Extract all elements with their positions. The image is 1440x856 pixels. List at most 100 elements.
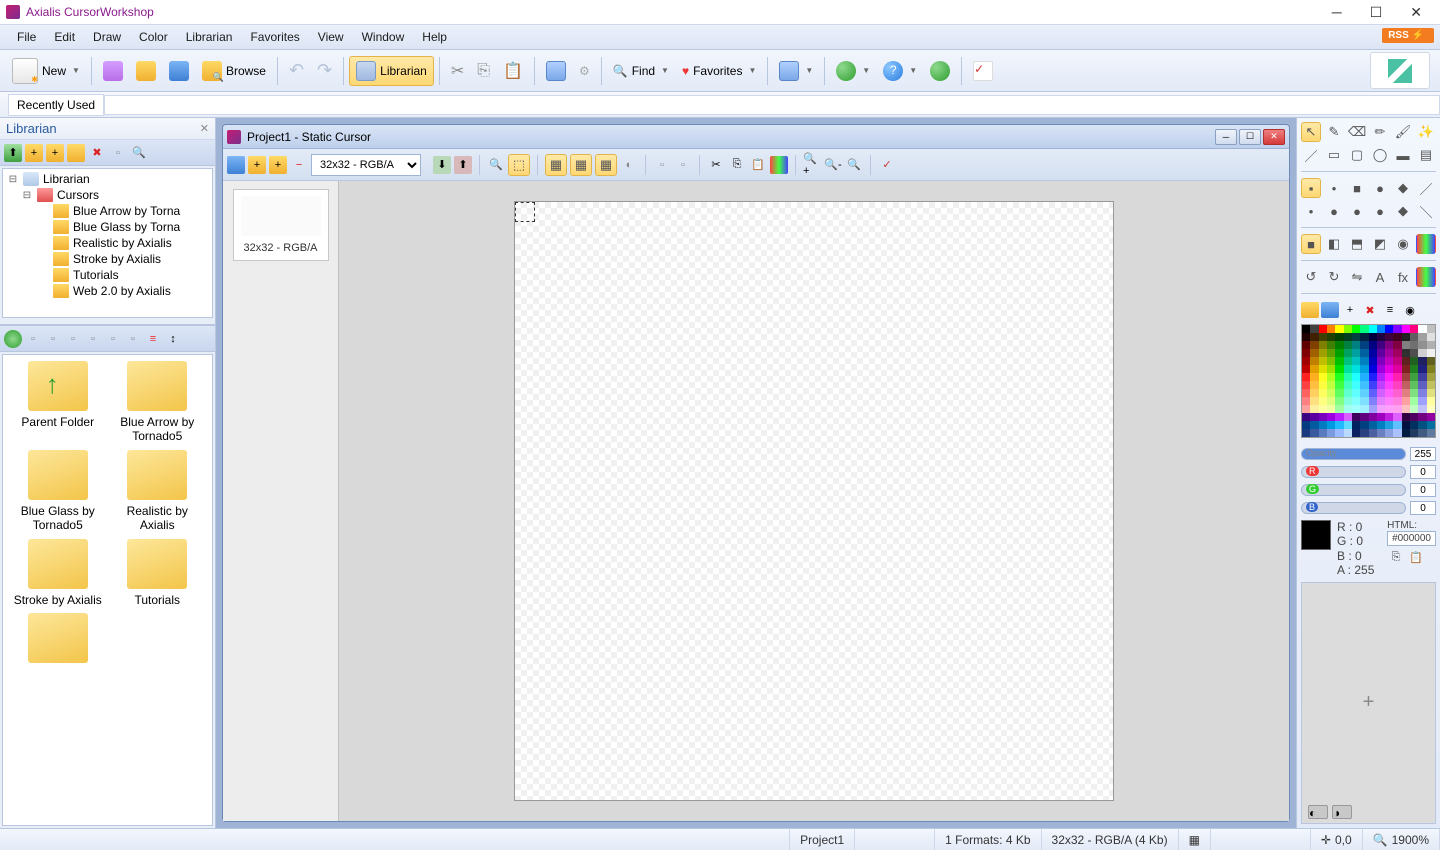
color-swatch[interactable]: [1385, 373, 1393, 381]
color-swatch[interactable]: [1393, 421, 1401, 429]
picker-tool-icon[interactable]: ✎: [1324, 122, 1344, 142]
color-swatch[interactable]: [1377, 397, 1385, 405]
color-swatch[interactable]: [1310, 389, 1318, 397]
color-swatch[interactable]: [1410, 381, 1418, 389]
color-swatch[interactable]: [1344, 429, 1352, 437]
color-swatch[interactable]: [1335, 389, 1343, 397]
color-swatch[interactable]: [1319, 389, 1327, 397]
contrast-light-icon[interactable]: ◑: [1332, 805, 1352, 819]
doc-addfmt-icon[interactable]: +: [248, 156, 266, 174]
brush-2-icon[interactable]: •: [1324, 178, 1344, 198]
grad-h-icon[interactable]: ◧: [1324, 234, 1344, 254]
color-swatch[interactable]: [1344, 373, 1352, 381]
doc-select-icon[interactable]: ⬚: [508, 154, 530, 176]
opacity-slider[interactable]: Opacity: [1301, 448, 1406, 460]
browse-button[interactable]: Browse: [196, 57, 272, 85]
swatch-del-icon[interactable]: ✖: [1361, 302, 1379, 318]
color-swatch[interactable]: [1335, 341, 1343, 349]
color-swatch[interactable]: [1369, 333, 1377, 341]
open-button[interactable]: [130, 57, 162, 85]
color-swatch[interactable]: [1310, 333, 1318, 341]
color-swatch[interactable]: [1302, 333, 1310, 341]
doc-save-icon[interactable]: [227, 156, 245, 174]
color-swatch[interactable]: [1335, 333, 1343, 341]
color-swatch[interactable]: [1377, 413, 1385, 421]
color-swatch[interactable]: [1418, 333, 1426, 341]
brush-6-icon[interactable]: ／: [1416, 178, 1436, 198]
color-swatch[interactable]: [1369, 349, 1377, 357]
color-swatch[interactable]: [1302, 397, 1310, 405]
color-swatch[interactable]: [1402, 349, 1410, 357]
color-swatch[interactable]: [1335, 357, 1343, 365]
color-swatch[interactable]: [1302, 429, 1310, 437]
color-swatch[interactable]: [1385, 389, 1393, 397]
doc-zoomin-icon[interactable]: 🔍+: [803, 156, 821, 174]
color-swatch[interactable]: [1352, 429, 1360, 437]
lib-add-icon[interactable]: +: [46, 144, 64, 162]
color-swatch[interactable]: [1335, 381, 1343, 389]
color-swatch[interactable]: [1327, 349, 1335, 357]
color-swatch[interactable]: [1418, 365, 1426, 373]
color-swatch[interactable]: [1327, 397, 1335, 405]
color-swatch[interactable]: [1352, 341, 1360, 349]
tree-root[interactable]: ⊟Librarian: [5, 171, 210, 187]
color-swatch[interactable]: [1352, 405, 1360, 413]
save-button[interactable]: [163, 57, 195, 85]
filledrect-tool-icon[interactable]: ▬: [1393, 145, 1413, 165]
color-swatch[interactable]: [1410, 397, 1418, 405]
color-swatch[interactable]: [1360, 325, 1368, 333]
color-swatch[interactable]: [1427, 405, 1435, 413]
color-swatch[interactable]: [1418, 357, 1426, 365]
doc-circle-icon[interactable]: ◐: [620, 156, 638, 174]
color-swatch[interactable]: [1427, 333, 1435, 341]
color-swatch[interactable]: [1302, 341, 1310, 349]
file-parent-folder[interactable]: Parent Folder: [9, 361, 107, 444]
opacity-value[interactable]: 255: [1410, 447, 1436, 461]
doc-zoomout-icon[interactable]: 🔍-: [824, 156, 842, 174]
grid-button[interactable]: [97, 57, 129, 85]
color-swatch[interactable]: [1377, 429, 1385, 437]
color-swatch[interactable]: [1319, 341, 1327, 349]
color-swatch[interactable]: [1319, 365, 1327, 373]
color-swatch[interactable]: [1393, 381, 1401, 389]
color-swatch[interactable]: [1310, 325, 1318, 333]
color-swatch[interactable]: [1344, 381, 1352, 389]
brush-8-icon[interactable]: ●: [1324, 201, 1344, 221]
doc-copy-icon[interactable]: ⎘: [728, 156, 746, 174]
doc-zoomfit-icon[interactable]: 🔍: [845, 156, 863, 174]
file-folder[interactable]: Tutorials: [109, 539, 207, 607]
color-swatch[interactable]: [1418, 349, 1426, 357]
color-swatch[interactable]: [1427, 341, 1435, 349]
file-folder[interactable]: Blue Arrow by Tornado5: [109, 361, 207, 444]
color-swatch[interactable]: [1393, 357, 1401, 365]
color-swatch[interactable]: [1393, 389, 1401, 397]
globe2-button[interactable]: [924, 57, 956, 85]
color-swatch[interactable]: [1327, 357, 1335, 365]
color-swatch[interactable]: [1310, 357, 1318, 365]
menu-favorites[interactable]: Favorites: [241, 27, 308, 47]
color-swatch[interactable]: [1385, 349, 1393, 357]
color-swatch[interactable]: [1402, 373, 1410, 381]
menu-file[interactable]: File: [8, 27, 45, 47]
color-swatch[interactable]: [1418, 381, 1426, 389]
file-folder[interactable]: Realistic by Axialis: [109, 450, 207, 533]
color-swatch[interactable]: [1352, 421, 1360, 429]
color-swatch[interactable]: [1377, 381, 1385, 389]
doc-cut-icon[interactable]: ✂: [707, 156, 725, 174]
display-button[interactable]: ▼: [773, 57, 819, 85]
color-swatch[interactable]: [1402, 365, 1410, 373]
color-swatch[interactable]: [1393, 413, 1401, 421]
color-swatch[interactable]: [1402, 389, 1410, 397]
swatch-save-icon[interactable]: [1321, 302, 1339, 318]
color-swatch[interactable]: [1302, 349, 1310, 357]
text-icon[interactable]: A: [1370, 267, 1390, 287]
ellipse-tool-icon[interactable]: ◯: [1370, 145, 1390, 165]
menu-draw[interactable]: Draw: [84, 27, 130, 47]
color-swatch[interactable]: [1310, 341, 1318, 349]
color-swatch[interactable]: [1352, 381, 1360, 389]
color-swatch[interactable]: [1302, 365, 1310, 373]
color-swatch[interactable]: [1310, 365, 1318, 373]
color-swatch[interactable]: [1310, 349, 1318, 357]
color-swatch[interactable]: [1344, 341, 1352, 349]
color-swatch[interactable]: [1393, 373, 1401, 381]
